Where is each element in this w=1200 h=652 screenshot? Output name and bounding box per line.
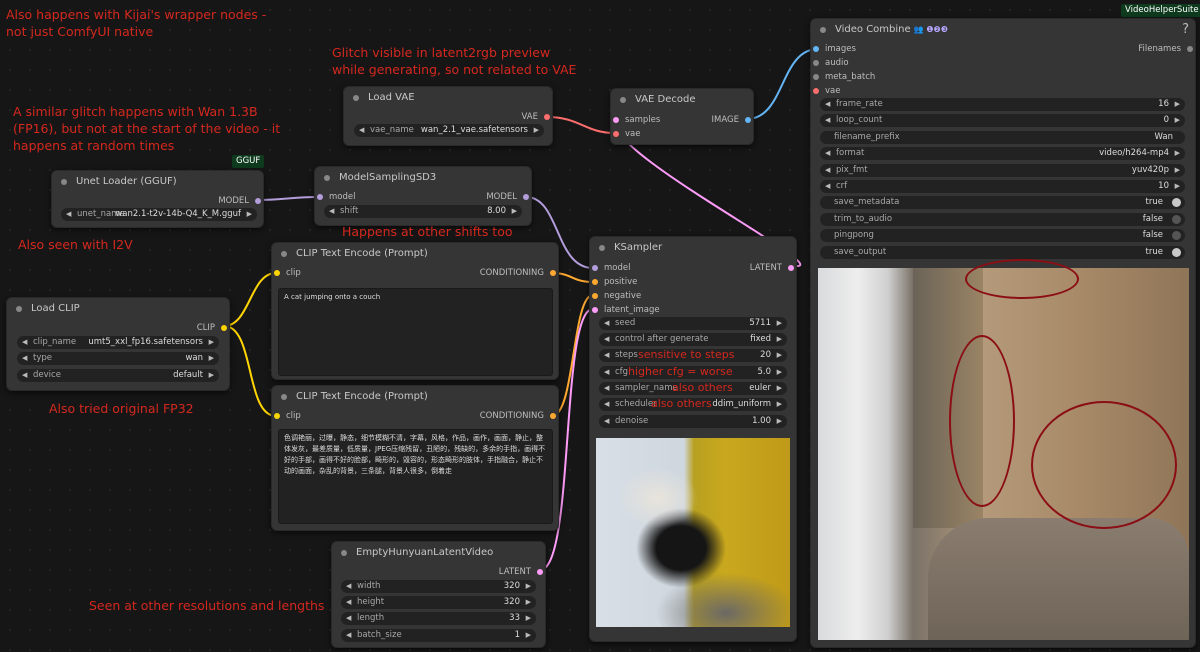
annotation-steps: sensitive to steps <box>638 348 735 361</box>
clip-name-combo[interactable]: ◀ clip_name umt5_xxl_fp16.safetensors ▶ <box>17 336 219 349</box>
node-model-sampling[interactable]: ModelSamplingSD3 model MODEL ◀ shift 8.00 ▶ <box>314 166 532 226</box>
input-positive[interactable]: positive <box>590 275 637 289</box>
annotation-shifts: Happens at other shifts too <box>342 224 513 239</box>
seed-number[interactable]: ◀ seed 5711 ▶ <box>599 317 787 330</box>
node-title[interactable]: KSampler <box>590 237 796 259</box>
denoise-number[interactable]: ◀ denoise 1.00 ▶ <box>599 415 787 428</box>
input-meta-batch[interactable]: meta_batch <box>811 70 875 84</box>
frame-rate-number[interactable]: ◀ frame_rate 16 ▶ <box>820 98 1185 111</box>
node-clip-text-negative[interactable]: CLIP Text Encode (Prompt) clip CONDITION… <box>271 385 559 531</box>
output-conditioning[interactable]: CONDITIONING <box>480 266 558 280</box>
positive-prompt-textarea[interactable]: A cat jumping onto a couch <box>278 288 553 376</box>
output-filenames[interactable]: Filenames <box>1138 42 1195 56</box>
glitch-highlight-right <box>1031 401 1177 529</box>
input-audio[interactable]: audio <box>811 56 849 70</box>
input-vae[interactable]: vae <box>811 84 840 98</box>
output-clip[interactable]: CLIP <box>197 321 229 335</box>
input-clip[interactable]: clip <box>272 266 301 280</box>
output-model[interactable]: MODEL <box>486 190 531 204</box>
node-unet-loader[interactable]: Unet Loader (GGUF) MODEL ◀ unet_name wan2.… <box>51 170 264 228</box>
node-video-combine[interactable]: Video Combine 👥 ❶❷❸ ? images audio meta_… <box>810 18 1196 648</box>
node-title[interactable]: Load VAE <box>344 87 552 109</box>
negative-prompt-textarea[interactable]: 色调艳丽，过曝，静态，细节模糊不清，字幕，风格，作品，画作，画面，静止，整体发灰… <box>278 429 553 524</box>
input-latent-image[interactable]: latent_image <box>590 303 660 317</box>
input-samples[interactable]: samples <box>611 113 660 127</box>
height-number[interactable]: ◀ height 320 ▶ <box>341 596 536 609</box>
node-load-vae[interactable]: Load VAE VAE ◀ vae_name wan_2.1_vae.safete… <box>343 86 553 146</box>
node-vae-decode[interactable]: VAE Decode samples vae IMAGE <box>610 88 754 145</box>
glitch-highlight-left <box>949 335 1015 507</box>
annotation-fp32: Also tried original FP32 <box>49 401 194 416</box>
crf-number[interactable]: ◀ crf 10 ▶ <box>820 180 1185 193</box>
annotation-i2v: Also seen with I2V <box>18 237 133 252</box>
annotation-sampler: also others <box>672 381 733 394</box>
clip-device-combo[interactable]: ◀ device default ▶ <box>17 369 219 382</box>
input-vae[interactable]: vae <box>611 127 640 141</box>
node-title[interactable]: Video Combine 👥 ❶❷❸ <box>811 19 1195 41</box>
output-latent[interactable]: LATENT <box>750 261 796 275</box>
node-title[interactable]: VAE Decode <box>611 89 753 111</box>
batch-size-number[interactable]: ◀ batch_size 1 ▶ <box>341 629 536 642</box>
save-output-toggle[interactable]: save_output true <box>820 246 1185 259</box>
node-title[interactable]: EmptyHunyuanLatentVideo <box>332 542 545 564</box>
node-ksampler[interactable]: KSampler model positive negative latent_… <box>589 236 797 642</box>
control-after-generate-combo[interactable]: ◀ control after generate fixed ▶ <box>599 333 787 346</box>
annotation-kijai: Also happens with Kijai's wrapper nodes … <box>6 7 267 39</box>
output-image[interactable]: IMAGE <box>712 113 753 127</box>
annotation-wan13b: A similar glitch happens with Wan 1.3B (F… <box>13 104 281 153</box>
node-title[interactable]: Unet Loader (GGUF) <box>52 171 263 193</box>
annotation-latent2rgb: Glitch visible in latent2rgb preview whil… <box>332 45 577 77</box>
loop-count-number[interactable]: ◀ loop_count 0 ▶ <box>820 114 1185 127</box>
clip-type-combo[interactable]: ◀ type wan ▶ <box>17 352 219 365</box>
format-combo[interactable]: ◀ format video/h264-mp4 ▶ <box>820 147 1185 160</box>
node-title[interactable]: ModelSamplingSD3 <box>315 167 531 189</box>
input-model[interactable]: model <box>590 261 630 275</box>
filename-prefix-field[interactable]: filename_prefix Wan <box>820 131 1185 144</box>
input-images[interactable]: images <box>811 42 856 56</box>
pingpong-toggle[interactable]: pingpong false <box>820 229 1185 242</box>
title-badge-icons: 👥 ❶❷❸ <box>913 25 948 34</box>
node-empty-hunyuan-latent[interactable]: EmptyHunyuanLatentVideo LATENT ◀ width 320… <box>331 541 546 648</box>
node-clip-text-positive[interactable]: CLIP Text Encode (Prompt) clip CONDITION… <box>271 242 559 380</box>
annotation-resolutions: Seen at other resolutions and lengths <box>89 598 325 613</box>
output-latent[interactable]: LATENT <box>499 565 545 579</box>
vhs-badge: VideoHelperSuite <box>1121 4 1200 17</box>
shift-number[interactable]: ◀ shift 8.00 ▶ <box>324 205 522 218</box>
help-icon[interactable]: ? <box>1182 22 1189 37</box>
node-load-clip[interactable]: Load CLIP CLIP ◀ clip_name umt5_xxl_fp16.s… <box>6 297 230 391</box>
input-negative[interactable]: negative <box>590 289 641 303</box>
save-metadata-toggle[interactable]: save_metadata true <box>820 196 1185 209</box>
annotation-cfg: higher cfg = worse <box>628 365 733 378</box>
output-conditioning[interactable]: CONDITIONING <box>480 409 558 423</box>
input-clip[interactable]: clip <box>272 409 301 423</box>
trim-to-audio-toggle[interactable]: trim_to_audio false <box>820 213 1185 226</box>
latent-preview-image <box>596 438 790 627</box>
length-number[interactable]: ◀ length 33 ▶ <box>341 612 536 625</box>
node-title[interactable]: CLIP Text Encode (Prompt) <box>272 386 558 408</box>
node-title[interactable]: CLIP Text Encode (Prompt) <box>272 243 558 265</box>
annotation-scheduler: also others <box>651 397 712 410</box>
gguf-badge: GGUF <box>232 155 265 168</box>
input-model[interactable]: model <box>315 190 355 204</box>
unet-name-combo[interactable]: ◀ unet_name wan2.1-t2v-14b-Q4_K_M.gguf ▶ <box>61 208 257 221</box>
node-title[interactable]: Load CLIP <box>7 298 229 320</box>
couch-arm <box>928 518 1189 640</box>
width-number[interactable]: ◀ width 320 ▶ <box>341 580 536 593</box>
output-vae[interactable]: VAE <box>522 110 552 124</box>
pix-fmt-combo[interactable]: ◀ pix_fmt yuv420p ▶ <box>820 164 1185 177</box>
glitch-highlight-top <box>965 259 1079 299</box>
output-model[interactable]: MODEL <box>218 194 263 208</box>
vae-name-combo[interactable]: ◀ vae_name wan_2.1_vae.safetensors ▶ <box>354 124 544 137</box>
